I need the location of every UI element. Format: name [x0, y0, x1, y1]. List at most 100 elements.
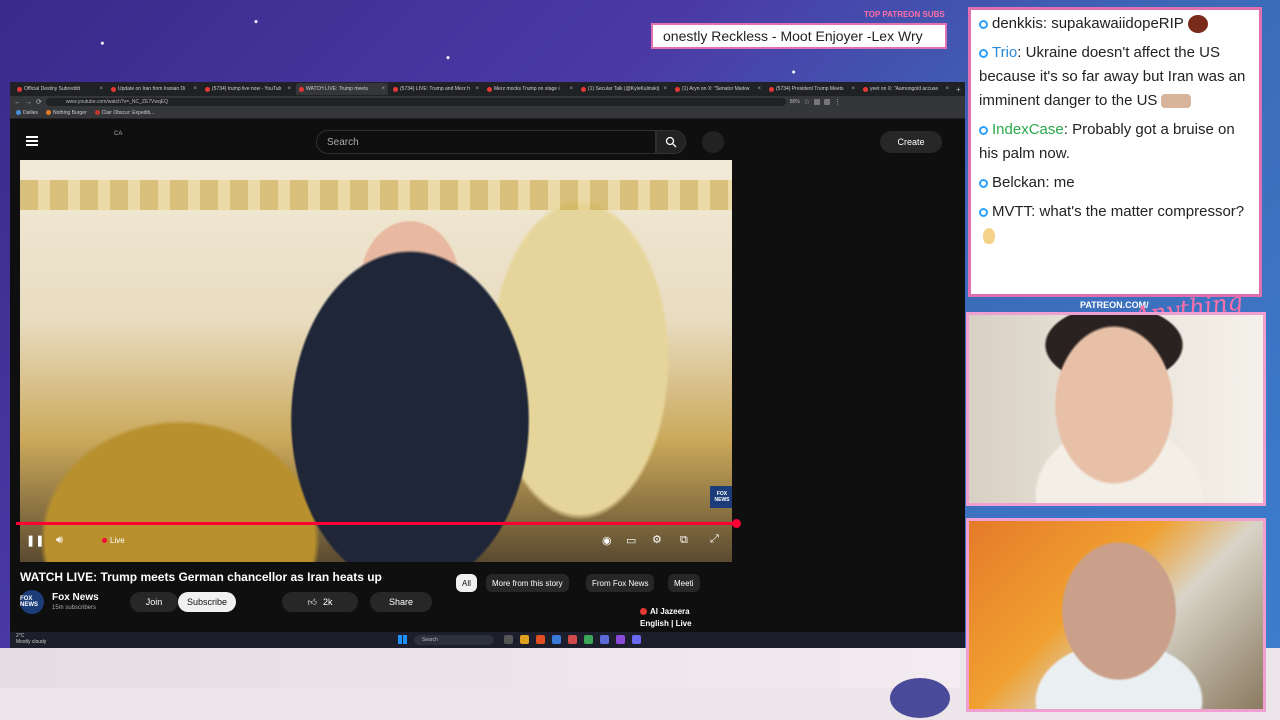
tab-label: (5734) trump live now - YouTub [212, 86, 282, 92]
file-explorer-icon[interactable] [520, 635, 529, 644]
like-button[interactable]: 👍︎ 2k [282, 592, 358, 612]
chrome-icon[interactable] [584, 635, 593, 644]
tab-close-icon[interactable]: × [99, 86, 103, 92]
chat-username[interactable]: denkkis [992, 15, 1043, 32]
tab-close-icon[interactable]: × [663, 86, 667, 92]
settings-gear-icon[interactable]: ⚙ [652, 533, 662, 546]
chat-badge-icon [979, 48, 988, 58]
live-badge[interactable]: Live [102, 536, 125, 545]
forward-icon[interactable]: → [25, 99, 32, 106]
search-input[interactable]: Search [316, 130, 656, 154]
browser-menu-icon[interactable]: ⋮ [834, 98, 841, 106]
bookmark-item[interactable]: Clair Obscur: Expediti... [94, 110, 154, 116]
task-view-icon[interactable] [504, 635, 513, 644]
chat-text: supakawaiidopeRIP [1051, 15, 1184, 32]
url-field[interactable]: www.youtube.com/watch?v=_NC_ZE7VwqEQ [45, 98, 786, 106]
chat-username[interactable]: Belckan [992, 174, 1045, 191]
browser-tab[interactable]: (1) Secular Talk (@KyleKulinski) × [578, 83, 670, 95]
chip-all[interactable]: All [456, 574, 477, 592]
weather-widget[interactable]: 2°C Mostly cloudy [16, 633, 46, 645]
chat-username[interactable]: Trio [992, 44, 1017, 61]
tab-close-icon[interactable]: × [569, 86, 573, 92]
chat-emote-icon [983, 228, 995, 245]
app-icon[interactable] [616, 635, 625, 644]
extension-icon[interactable] [824, 99, 831, 105]
bookmark-item[interactable]: Nothing Burger [46, 110, 87, 116]
windows-taskbar: 2°C Mostly cloudy Search [10, 632, 965, 648]
browser-tab[interactable]: Official Destiny Subreddit × [14, 83, 106, 95]
tab-close-icon[interactable]: × [475, 86, 479, 92]
chip-meeting[interactable]: Meeti [668, 574, 700, 592]
tab-close-icon[interactable]: × [757, 86, 761, 92]
app-icon[interactable] [600, 635, 609, 644]
tab-close-icon[interactable]: × [381, 86, 385, 92]
chat-username[interactable]: IndexCase [992, 121, 1064, 138]
volume-icon[interactable]: 🔊︎ [56, 534, 63, 547]
channel-avatar[interactable]: FOX NEWS [20, 590, 44, 614]
windows-start-icon[interactable] [398, 635, 407, 644]
tab-favicon-icon [675, 86, 680, 92]
tab-label: Update on Iran from Iranian Di [118, 86, 186, 92]
chat-username[interactable]: MVTT [992, 203, 1031, 220]
channel-name[interactable]: Fox News [52, 592, 99, 603]
reload-icon[interactable]: ⟳ [36, 98, 42, 106]
tab-favicon-icon [581, 86, 586, 92]
tab-favicon-icon [863, 86, 868, 92]
hamburger-menu-icon[interactable] [26, 136, 38, 146]
subscribe-button[interactable]: Subscribe [178, 592, 236, 612]
new-tab-icon[interactable]: + [956, 85, 961, 94]
patreon-subs-label: TOP PATREON SUBS [864, 10, 945, 19]
discord-icon[interactable] [632, 635, 641, 644]
video-player[interactable]: FOX NEWS [20, 160, 732, 562]
progress-scrubber[interactable] [732, 519, 741, 528]
join-button[interactable]: Join [130, 592, 178, 612]
patreon-ticker-text: onestly Reckless - Moot Enjoyer -Lex Wry [663, 28, 923, 44]
chat-emote-icon [1161, 94, 1192, 109]
bookmark-item[interactable]: Dailies [16, 110, 38, 116]
chat-badge-icon [979, 178, 988, 188]
tab-label: (1) Secular Talk (@KyleKulinski) [588, 86, 660, 92]
tab-close-icon[interactable]: × [945, 86, 949, 92]
zoom-level[interactable]: 80% [790, 99, 800, 105]
browser-tab[interactable]: (5734) LIVE: Trump and Merz h × [390, 83, 482, 95]
tab-favicon-icon [299, 86, 304, 92]
browser-tab[interactable]: (5734) President Trump Meets × [766, 83, 858, 95]
extension-icon[interactable] [814, 99, 821, 105]
tab-label: yeet on X: "Aamongold accuse [870, 86, 939, 92]
app-icon[interactable] [552, 635, 561, 644]
chat-text: me [1053, 174, 1075, 191]
channel-row: FOX NEWS Fox News 15m subscribers Join S… [20, 590, 480, 616]
fullscreen-icon[interactable]: ⤢ [710, 533, 719, 546]
search-button[interactable] [656, 130, 686, 154]
browser-tab[interactable]: yeet on X: "Aamongold accuse × [860, 83, 952, 95]
browser-tab[interactable]: Merz mocks Trump on stage i × [484, 83, 576, 95]
browser-tab[interactable]: (1) Aryn on X: "Senator Markw × [672, 83, 764, 95]
pause-icon[interactable]: ❚❚ [26, 534, 44, 547]
app-icon[interactable] [568, 635, 577, 644]
browser-tab[interactable]: WATCH LIVE: Trump meets × [296, 83, 388, 95]
recommended-video[interactable]: Al Jazeera English | Live [640, 606, 692, 630]
chip-more-from-story[interactable]: More from this story [486, 574, 569, 592]
back-icon[interactable]: ← [14, 99, 21, 106]
share-button[interactable]: Share [370, 592, 432, 612]
recommendation-chips: All More from this story From Fox News M… [456, 574, 726, 594]
browser-tab[interactable]: (5734) trump live now - YouTub × [202, 83, 294, 95]
bookmark-star-icon[interactable]: ☆ [804, 98, 810, 106]
autoplay-toggle[interactable]: ◉ [602, 534, 612, 547]
create-button[interactable]: Create [880, 131, 942, 153]
browser-tab[interactable]: Update on Iran from Iranian Di × [108, 83, 200, 95]
app-icon[interactable] [536, 635, 545, 644]
fox-news-watermark: FOX NEWS [710, 486, 732, 508]
chip-from-fox-news[interactable]: From Fox News [586, 574, 655, 592]
video-progress-bar[interactable] [16, 522, 738, 525]
subtitles-icon[interactable]: ▭ [626, 534, 636, 547]
patreon-ticker: onestly Reckless - Moot Enjoyer -Lex Wry [651, 23, 947, 49]
miniplayer-icon[interactable]: ⧉ [680, 534, 688, 547]
taskbar-search[interactable]: Search [414, 635, 494, 645]
tab-close-icon[interactable]: × [287, 86, 291, 92]
tab-close-icon[interactable]: × [851, 86, 855, 92]
voice-search-icon[interactable] [702, 131, 724, 153]
chat-badge-icon [979, 125, 988, 135]
tab-close-icon[interactable]: × [193, 86, 197, 92]
country-code: CA [114, 131, 123, 137]
